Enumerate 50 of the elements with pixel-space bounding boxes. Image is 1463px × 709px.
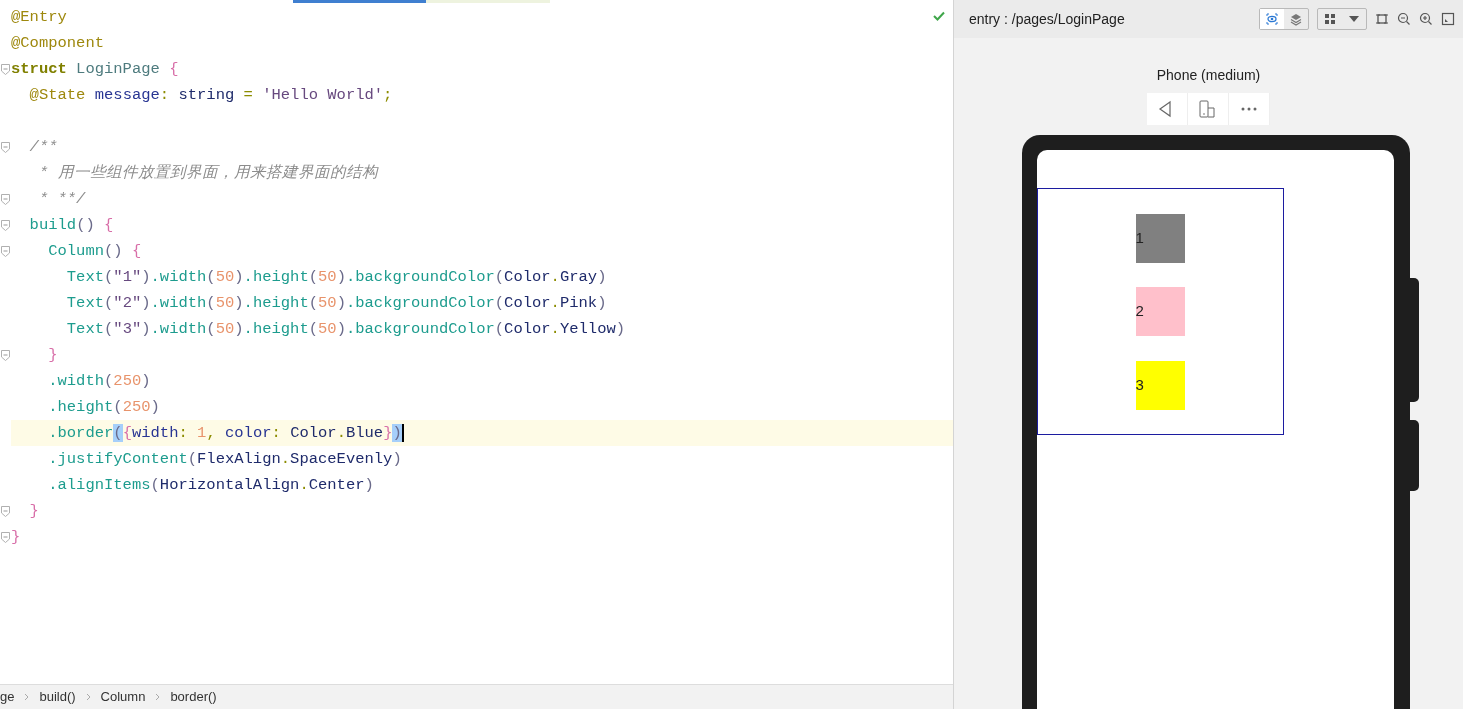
breadcrumb-item[interactable]: ge [0,687,15,707]
code-line: .alignItems(HorizontalAlign.Center) [47,475,375,496]
code-line: Text("2").width(50).height(50).backgroundColor(Color.Pink) [65,293,608,314]
code-line: Text("3").width(50).height(50).backgroundColor(Color.Yellow) [65,319,627,340]
fold-marker-icon[interactable] [1,219,10,231]
code-line: build() { [28,215,115,236]
fold-marker-icon[interactable] [1,349,10,361]
code-line: struct LoginPage { [11,59,180,80]
chevron-icon [155,693,161,701]
more-icon [1241,107,1257,111]
fold-marker-icon[interactable] [1,531,10,543]
code-line: } [47,345,59,366]
code-line: @State message: string = 'Hello World'; [28,85,394,106]
code-line: } [11,527,22,548]
fold-marker-icon[interactable] [1,63,10,75]
fold-marker-icon[interactable] [1,193,10,205]
frame-icon[interactable] [1375,12,1389,26]
code-line: Column() { [47,241,143,262]
text-item: 3 [1135,360,1185,410]
caret-icon [1348,15,1360,23]
fold-marker-icon[interactable] [1,245,10,257]
fold-marker-icon[interactable] [1,141,10,153]
code-line: .height(250) [47,397,161,418]
zoom-out-icon[interactable] [1397,12,1411,26]
grid-icon [1323,12,1337,26]
fit-screen-icon[interactable] [1441,12,1455,26]
eye-icon [1265,12,1279,26]
chevron-icon [24,693,30,701]
code-line: @Component [11,33,105,54]
zoom-in-icon[interactable] [1419,12,1433,26]
breadcrumb-item[interactable]: build() [39,687,76,707]
code-line: @Entry [11,7,68,28]
eye-button[interactable] [1260,9,1284,29]
code-line: * **/ [37,189,87,210]
fold-marker-icon[interactable] [1,505,10,517]
code-line: * 用一些组件放置到界面，用来搭建界面的结构 [37,163,380,184]
breadcrumb-item[interactable]: Column [100,687,146,707]
text-item: 1 [1135,213,1185,263]
code-line: .width(250) [47,371,152,392]
layers-icon [1289,12,1303,26]
code-line: /** [28,137,59,158]
preview-path: entry : /pages/LoginPage [969,9,1125,29]
code-line: Text("1").width(50).height(50).backgroundColor(Color.Gray) [65,267,608,288]
code-line: .justifyContent(FlexAlign.SpaceEvenly) [47,449,403,470]
text-item: 2 [1135,287,1185,336]
device-name: Phone (medium) [1156,66,1261,85]
code-line: } [28,501,40,522]
devices-icon [1198,100,1218,118]
breadcrumb-item[interactable]: border() [170,687,217,707]
chevron-icon [85,693,91,701]
